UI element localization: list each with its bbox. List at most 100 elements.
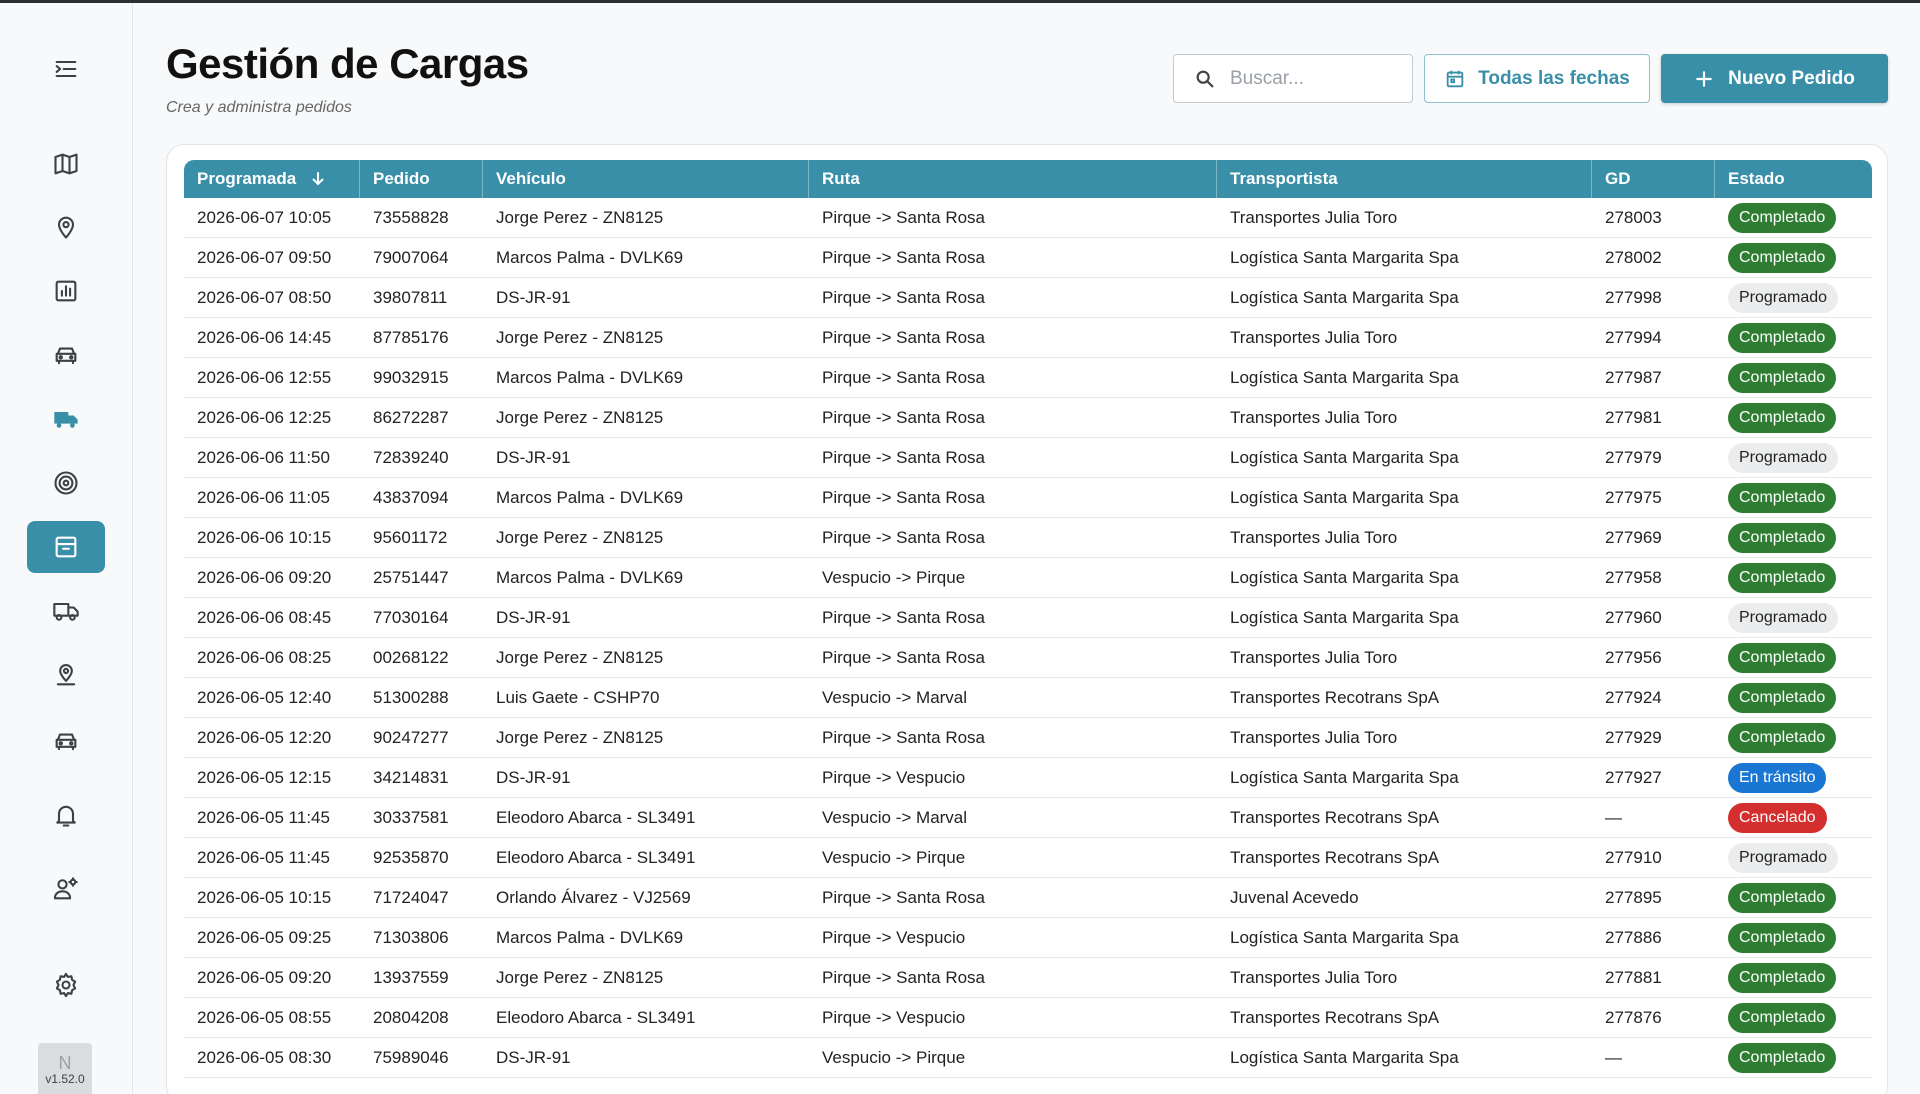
cell-programada: 2026-06-06 11:50 xyxy=(197,448,330,467)
cell-pedido: 25751447 xyxy=(373,568,449,587)
menu-collapse-icon[interactable] xyxy=(27,43,105,95)
map-marker-icon[interactable] xyxy=(27,649,105,701)
column-header-ruta[interactable]: Ruta xyxy=(809,160,1217,198)
cell-programada: 2026-06-05 10:15 xyxy=(197,888,332,907)
cell-vehiculo: Jorge Perez - ZN8125 xyxy=(496,728,664,747)
bell-icon[interactable] xyxy=(27,789,105,841)
target-icon[interactable] xyxy=(27,457,105,509)
cell-programada: 2026-06-06 09:20 xyxy=(197,568,332,587)
table-row[interactable]: 2026-06-05 11:45 92535870 Eleodoro Abarca … xyxy=(184,838,1872,878)
sort-arrow-down-icon[interactable] xyxy=(310,171,326,187)
location-pin-icon[interactable] xyxy=(27,201,105,253)
column-header-programada[interactable]: Programada xyxy=(184,160,360,198)
status-badge: Cancelado xyxy=(1728,803,1827,833)
table-row[interactable]: 2026-06-06 08:45 77030164 DS-JR-91 Pirque -… xyxy=(184,598,1872,638)
table-row[interactable]: 2026-06-05 11:45 30337581 Eleodoro Abarca … xyxy=(184,798,1872,838)
table-header: Programada Pedido Vehículo Ruta Transpor… xyxy=(184,160,1872,198)
table-row[interactable]: 2026-06-05 08:55 20804208 Eleodoro Abarca … xyxy=(184,998,1872,1038)
table-row[interactable]: 2026-06-06 09:20 25751447 Marcos Palma - D… xyxy=(184,558,1872,598)
table-row[interactable]: 2026-06-05 12:15 34214831 DS-JR-91 Pirque -… xyxy=(184,758,1872,798)
cell-transportista: Transportes Recotrans SpA xyxy=(1230,1008,1440,1027)
cell-gd: 277975 xyxy=(1605,488,1662,507)
table-row[interactable]: 2026-06-05 09:20 13937559 Jorge Perez - ZN… xyxy=(184,958,1872,998)
cell-gd: 277895 xyxy=(1605,888,1662,907)
cell-vehiculo: Jorge Perez - ZN8125 xyxy=(496,408,664,427)
table-row[interactable]: 2026-06-06 10:15 95601172 Jorge Perez - ZN… xyxy=(184,518,1872,558)
avatar[interactable]: N v1.52.0 xyxy=(38,1043,92,1094)
cell-estado: Programado xyxy=(1715,598,1872,638)
cell-pedido: 75989046 xyxy=(373,1048,449,1067)
cell-pedido: 20804208 xyxy=(373,1008,449,1027)
cell-estado: Completado xyxy=(1715,998,1872,1038)
column-label: Programada xyxy=(197,169,297,188)
date-filter-button[interactable]: Todas las fechas xyxy=(1424,54,1650,103)
cell-transportista: Transportes Julia Toro xyxy=(1230,208,1398,227)
truck-icon[interactable] xyxy=(27,393,105,445)
table-row[interactable]: 2026-06-05 10:15 71724047 Orlando Álvarez … xyxy=(184,878,1872,918)
table-row[interactable]: 2026-06-06 14:45 87785176 Jorge Perez - ZN… xyxy=(184,318,1872,358)
cell-programada: 2026-06-05 12:40 xyxy=(197,688,332,707)
cell-gd: 277881 xyxy=(1605,968,1662,987)
cell-transportista: Transportes Recotrans SpA xyxy=(1230,808,1440,827)
column-header-transportista[interactable]: Transportista xyxy=(1217,160,1592,198)
cell-ruta: Pirque -> Santa Rosa xyxy=(822,408,986,427)
table-row[interactable]: 2026-06-07 08:50 39807811 DS-JR-91 Pirque -… xyxy=(184,278,1872,318)
status-badge: Completado xyxy=(1728,523,1837,553)
cell-estado: Completado xyxy=(1715,558,1872,598)
cell-programada: 2026-06-05 12:15 xyxy=(197,768,332,787)
table-row[interactable]: 2026-06-07 09:50 79007064 Marcos Palma - D… xyxy=(184,238,1872,278)
column-header-pedido[interactable]: Pedido xyxy=(360,160,483,198)
cell-ruta: Vespucio -> Marval xyxy=(822,688,968,707)
cell-ruta: Pirque -> Vespucio xyxy=(822,928,966,947)
cell-pedido: 72839240 xyxy=(373,448,449,467)
cell-pedido: 30337581 xyxy=(373,808,449,827)
table-row[interactable]: 2026-06-06 11:50 72839240 DS-JR-91 Pirque -… xyxy=(184,438,1872,478)
cell-ruta: Vespucio -> Marval xyxy=(822,808,968,827)
search-input[interactable] xyxy=(1230,67,1400,90)
car-icon[interactable] xyxy=(27,329,105,381)
cell-programada: 2026-06-06 10:15 xyxy=(197,528,332,547)
column-header-estado[interactable]: Estado xyxy=(1715,160,1872,198)
table-row[interactable]: 2026-06-05 09:25 71303806 Marcos Palma - D… xyxy=(184,918,1872,958)
column-header-vehiculo[interactable]: Vehículo xyxy=(483,160,809,198)
cell-vehiculo: DS-JR-91 xyxy=(496,288,571,307)
table-row[interactable]: 2026-06-05 12:40 51300288 Luis Gaete - CSH… xyxy=(184,678,1872,718)
status-badge: Completado xyxy=(1728,203,1837,233)
cell-ruta: Pirque -> Santa Rosa xyxy=(822,728,986,747)
car-front-icon[interactable] xyxy=(27,715,105,767)
cell-programada: 2026-06-05 08:55 xyxy=(197,1008,332,1027)
cell-transportista: Logística Santa Margarita Spa xyxy=(1230,1048,1459,1067)
cell-programada: 2026-06-05 11:45 xyxy=(197,848,330,867)
archive-icon[interactable] xyxy=(27,521,105,573)
column-label: Pedido xyxy=(373,169,430,188)
new-order-button[interactable]: Nuevo Pedido xyxy=(1661,54,1888,103)
cell-transportista: Logística Santa Margarita Spa xyxy=(1230,928,1459,947)
cell-vehiculo: DS-JR-91 xyxy=(496,1048,571,1067)
cell-ruta: Pirque -> Santa Rosa xyxy=(822,248,986,267)
column-header-gd[interactable]: GD xyxy=(1592,160,1715,198)
cell-pedido: 90247277 xyxy=(373,728,449,747)
cell-vehiculo: Marcos Palma - DVLK69 xyxy=(496,568,684,587)
bar-chart-icon[interactable] xyxy=(27,265,105,317)
cell-vehiculo: Jorge Perez - ZN8125 xyxy=(496,328,664,347)
table-row[interactable]: 2026-06-05 08:30 75989046 DS-JR-91 Vespucio… xyxy=(184,1038,1872,1078)
users-gear-icon[interactable] xyxy=(27,863,105,915)
table-row[interactable]: 2026-06-05 12:20 90247277 Jorge Perez - ZN… xyxy=(184,718,1872,758)
map-icon[interactable] xyxy=(27,138,105,190)
table-row[interactable]: 2026-06-06 12:55 99032915 Marcos Palma - D… xyxy=(184,358,1872,398)
status-badge: Completado xyxy=(1728,723,1837,753)
cell-transportista: Logística Santa Margarita Spa xyxy=(1230,768,1459,787)
table-row[interactable]: 2026-06-06 08:25 00268122 Jorge Perez - ZN… xyxy=(184,638,1872,678)
table-row[interactable]: 2026-06-07 10:05 73558828 Jorge Perez - ZN… xyxy=(184,198,1872,238)
delivery-truck-icon[interactable] xyxy=(27,585,105,637)
table-row[interactable]: 2026-06-06 12:25 86272287 Jorge Perez - ZN… xyxy=(184,398,1872,438)
cell-vehiculo: DS-JR-91 xyxy=(496,448,571,467)
orders-card: Programada Pedido Vehículo Ruta Transpor… xyxy=(166,144,1888,1094)
table-row[interactable]: 2026-06-06 11:05 43837094 Marcos Palma - D… xyxy=(184,478,1872,518)
search-box[interactable] xyxy=(1173,54,1413,103)
cell-programada: 2026-06-06 14:45 xyxy=(197,328,332,347)
cell-estado: Completado xyxy=(1715,198,1872,238)
cell-vehiculo: Marcos Palma - DVLK69 xyxy=(496,488,684,507)
cell-vehiculo: Eleodoro Abarca - SL3491 xyxy=(496,848,696,867)
settings-icon[interactable] xyxy=(27,959,105,1011)
